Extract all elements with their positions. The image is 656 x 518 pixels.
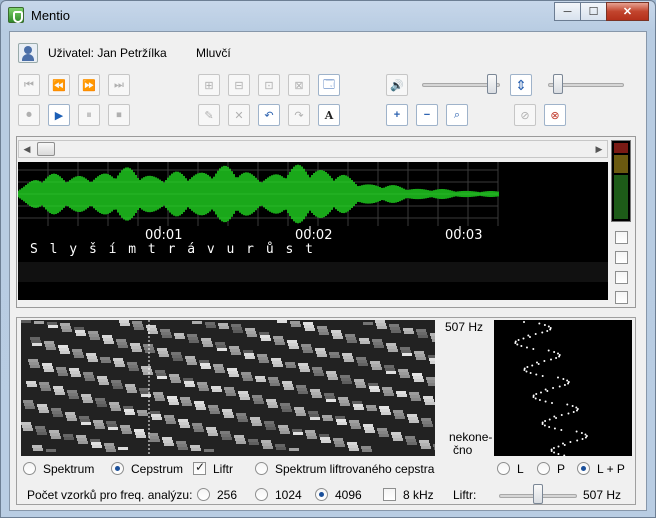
liftr-label: Liftr: [213, 462, 234, 476]
right-slider-thumb[interactable]: [552, 74, 563, 94]
waveform-view[interactable]: 00:01 00:02 00:03 S l y š í m t r á v u …: [17, 162, 608, 300]
user-icon[interactable]: [18, 43, 38, 63]
cepstrum-label: Cepstrum: [131, 462, 184, 476]
channel-lp-label: L + P: [597, 462, 625, 476]
maximize-button[interactable]: ☐: [580, 2, 607, 21]
bottom-label-line2: čno: [453, 443, 473, 457]
insert-segment-button[interactable]: ⊞: [198, 74, 220, 96]
pause-button[interactable]: ⏸: [78, 104, 100, 126]
zoom-in-icon[interactable]: +: [386, 104, 408, 126]
cepstrum-svg: [514, 321, 588, 457]
scroll-thumb[interactable]: [37, 142, 55, 156]
step-back-button[interactable]: ⏪: [48, 74, 70, 96]
minimize-button[interactable]: ─: [554, 2, 581, 21]
volume-slider-thumb[interactable]: [487, 74, 498, 94]
remove-segment-button[interactable]: ⊟: [228, 74, 250, 96]
undo-button[interactable]: ↶: [258, 104, 280, 126]
tier-checkbox-4[interactable]: [615, 291, 628, 304]
samples-1024-radio[interactable]: [255, 488, 268, 501]
main-client-area: Uživatel: Jan Petržílka Mluvčí ⏮ ⏪ ⏩ ⏭ ⏺…: [9, 31, 647, 511]
spectrogram-view[interactable]: [21, 320, 435, 456]
liftr-slider-label: Liftr:: [453, 488, 477, 502]
tier-checkbox-3[interactable]: [615, 271, 628, 284]
channel-p-label: P: [557, 462, 566, 476]
stop-button[interactable]: ⏹: [108, 104, 130, 126]
split-segment-button[interactable]: ⊠: [288, 74, 310, 96]
bottom-label-line1: nekone-: [449, 430, 493, 444]
samples-4096-label: 4096: [335, 488, 362, 502]
merge-segment-button[interactable]: ⊡: [258, 74, 280, 96]
record-button[interactable]: ⏺: [18, 104, 40, 126]
scroll-left-icon[interactable]: ◀: [19, 141, 35, 157]
redo-button[interactable]: ↷: [288, 104, 310, 126]
scroll-right-icon[interactable]: ▶: [591, 141, 607, 157]
top-frequency-label: 507 Hz: [445, 320, 484, 334]
title-bar[interactable]: Mentio ─ ☐ ✕: [1, 1, 655, 29]
delete-button[interactable]: ✕: [228, 104, 250, 126]
channel-l-radio[interactable]: [497, 462, 510, 475]
app-window: Mentio ─ ☐ ✕ Uživatel: Jan Petržílka Mlu…: [0, 0, 656, 518]
horizontal-scrollbar[interactable]: ◀ ▶: [18, 140, 608, 158]
spektrum-lift-label: Spektrum liftrovaného cepstra: [275, 462, 435, 476]
volume-icon[interactable]: 🔊: [386, 74, 408, 96]
cepstrum-view[interactable]: [494, 320, 632, 457]
time-tick-1: 00:01: [145, 228, 183, 243]
skip-end-button[interactable]: ⏭: [108, 74, 130, 96]
tier-checkbox-2[interactable]: [615, 251, 628, 264]
window-title: Mentio: [31, 8, 71, 23]
samples-256-label: 256: [217, 488, 238, 502]
play-button[interactable]: ▶: [48, 104, 70, 126]
user-label: Uživatel: Jan Petržílka: [48, 46, 167, 60]
time-tick-2: 00:02: [295, 228, 333, 243]
swap-icon[interactable]: ⇕: [510, 74, 532, 96]
samples-1024-label: 1024: [275, 488, 302, 502]
samples-256-radio[interactable]: [197, 488, 210, 501]
app-logo-icon: [8, 7, 24, 23]
samples-4096-radio[interactable]: [315, 488, 328, 501]
liftr-value: 507 Hz: [583, 488, 622, 502]
liftr-checkbox[interactable]: [193, 460, 206, 475]
spektrum-label: Spektrum: [43, 462, 95, 476]
segment-info-button[interactable]: 🗔: [318, 74, 340, 96]
delete-picture-icon[interactable]: ⊗: [544, 104, 566, 126]
spektrum-lift-radio[interactable]: [255, 462, 268, 475]
edit-button[interactable]: ✎: [198, 104, 220, 126]
level-meter: [611, 140, 631, 222]
speaker-label: Mluvčí: [196, 46, 231, 60]
liftr-slider-thumb[interactable]: [533, 484, 543, 504]
annotation-tier[interactable]: [18, 262, 608, 282]
aux-disabled-icon[interactable]: ⊘: [514, 104, 536, 126]
cepstrum-radio[interactable]: [111, 462, 124, 475]
channel-p-radio[interactable]: [537, 462, 550, 475]
skip-start-button[interactable]: ⏮: [18, 74, 40, 96]
tier-checkbox-1[interactable]: [615, 231, 628, 244]
close-button[interactable]: ✕: [606, 2, 649, 21]
transcript-text[interactable]: S l y š í m t r á v u r ů s t: [30, 242, 315, 257]
step-forward-button[interactable]: ⏩: [78, 74, 100, 96]
zoom-out-icon[interactable]: −: [416, 104, 438, 126]
text-format-button[interactable]: A: [318, 104, 340, 126]
samples-label: Počet vzorků pro freq. analýzu:: [27, 488, 193, 502]
spectrogram-svg: [21, 320, 435, 456]
channel-l-label: L: [517, 462, 524, 476]
analysis-panel: 507 Hz nekone- čno Spektrum Cepstrum Lif…: [16, 317, 636, 505]
khz-label: 8 kHz: [403, 488, 434, 502]
time-tick-3: 00:03: [445, 228, 483, 243]
zoom-fit-icon[interactable]: ⌕: [446, 104, 468, 126]
channel-lp-radio[interactable]: [577, 462, 590, 475]
khz-checkbox[interactable]: [383, 488, 396, 501]
spektrum-radio[interactable]: [23, 462, 36, 475]
